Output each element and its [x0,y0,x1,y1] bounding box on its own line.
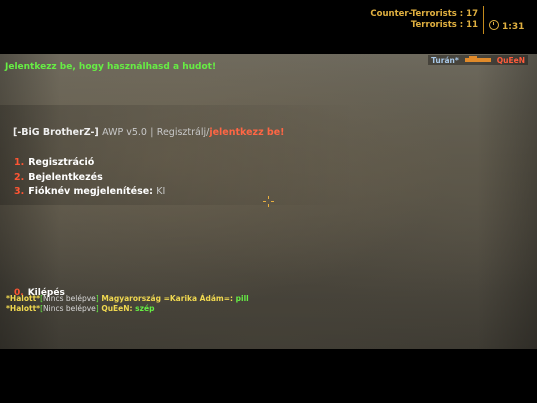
login-text: jelentkezz be! [209,127,285,138]
menu-item-number: 1. [14,157,25,168]
ct-score-row: Counter-Terrorists : 17 [370,9,478,20]
chat-message: szép [135,304,155,313]
crosshair-icon [263,196,274,207]
menu-item-number: 2. [14,172,25,183]
round-timer: 1:31 [489,20,524,32]
t-score: 11 [466,20,478,30]
clan-name: [-BiG BrotherZ-] [13,127,99,138]
menu-item-show-account[interactable]: 3. Fióknév megjelenítése: KI [14,186,165,197]
chat-status-tag: Nincs belépve [43,294,96,303]
title-separator: | [150,127,154,138]
menu-item-value: KI [156,186,166,197]
victim-name: QuEeN [496,55,525,65]
login-hint: Jelentkezz be, hogy használhasd a hudot! [5,62,217,72]
ct-score: 17 [466,9,478,19]
menu-item-register[interactable]: 1. Regisztráció [14,157,94,168]
chat-bracket-close: ] [95,294,99,303]
menu-item-label: Regisztráció [28,157,95,168]
chat-player-name: Magyarország =Karika Ádám=: [101,294,234,303]
chat-dead-prefix: *Halott* [6,304,41,313]
register-text: Regisztrálj/ [156,127,210,138]
menu-title: [-BiG BrotherZ-] AWP v5.0 | Regisztrálj/… [13,127,285,138]
menu-item-number: 3. [14,186,25,197]
awp-icon [464,56,491,62]
menu-item-label: Bejelentkezés [28,172,103,183]
letterbox-bottom [0,349,537,403]
chat-status-tag: Nincs belépve [43,304,96,313]
score-divider [483,6,484,34]
killfeed-entry: Turán* QuEeN [428,55,528,65]
chat-bracket-close: ] [95,304,99,313]
stopwatch-icon [489,20,499,30]
mod-version: AWP v5.0 [102,127,147,138]
chat-line: *Halott*[Nincs belépve] QuEeN: szép [6,304,154,313]
killer-name: Turán* [431,55,459,65]
chat-line: *Halott*[Nincs belépve] Magyarország =Ka… [6,294,249,303]
menu-item-label: Fióknév megjelenítése: [28,186,153,197]
t-score-row: Terrorists : 11 [370,20,478,31]
chat-player-name: QuEeN: [101,304,133,313]
t-label: Terrorists : [410,20,464,30]
team-scoreboard: Counter-Terrorists : 17 Terrorists : 11 [370,9,478,31]
chat-message: pill [235,294,249,303]
menu-item-login[interactable]: 2. Bejelentkezés [14,172,103,183]
chat-dead-prefix: *Halott* [6,294,41,303]
timer-value: 1:31 [502,22,525,32]
ct-label: Counter-Terrorists : [370,9,464,19]
